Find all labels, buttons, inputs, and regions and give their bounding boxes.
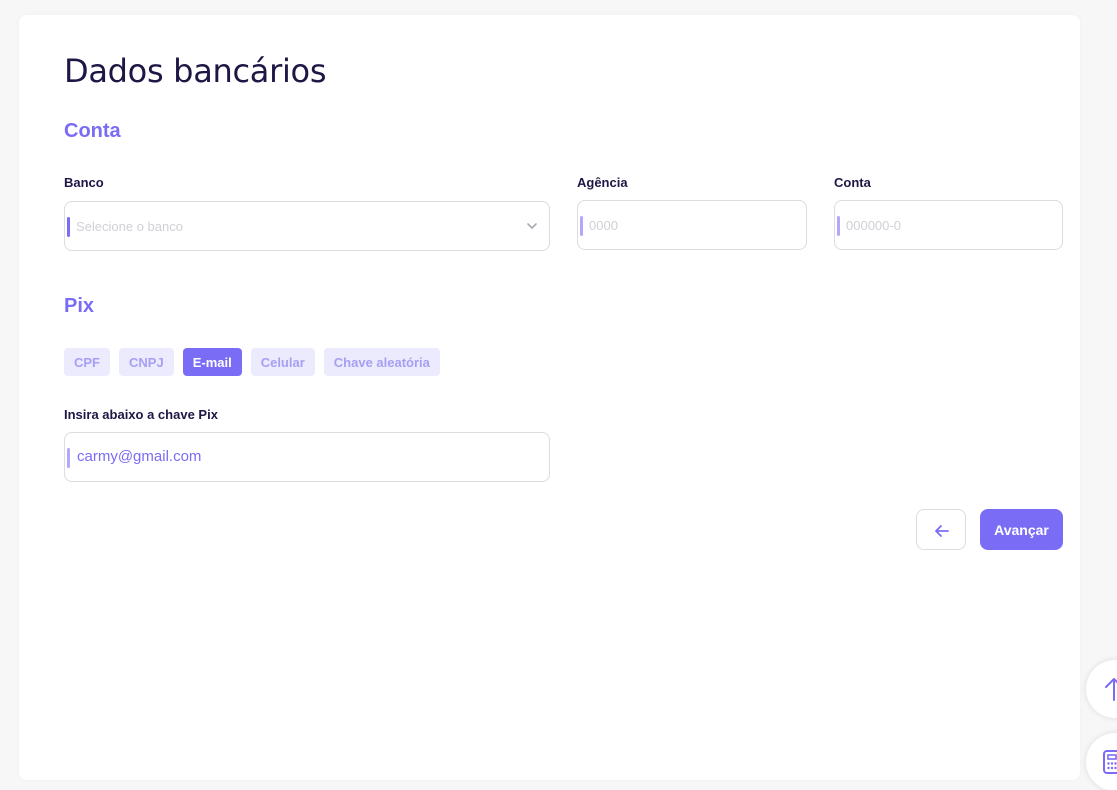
pix-type-email[interactable]: E-mail — [182, 348, 242, 376]
bank-select-input[interactable] — [76, 202, 519, 250]
bank-select[interactable] — [64, 201, 550, 251]
pix-type-cpf[interactable]: CPF — [64, 348, 110, 376]
input-caret — [67, 217, 70, 237]
pix-type-cnpj[interactable]: CNPJ — [119, 348, 174, 376]
account-number-field[interactable] — [834, 200, 1063, 250]
back-button[interactable] — [916, 509, 966, 550]
calculator-button[interactable] — [1086, 733, 1117, 790]
agency-label: Agência — [577, 175, 628, 190]
scroll-top-button[interactable] — [1086, 660, 1117, 718]
section-title-pix: Pix — [64, 295, 95, 317]
arrow-left-icon — [935, 525, 949, 537]
pix-type-random-key[interactable]: Chave aleatória — [323, 348, 440, 376]
next-button[interactable]: Avançar — [980, 509, 1063, 550]
calculator-icon — [1103, 750, 1117, 774]
bank-label: Banco — [64, 175, 104, 190]
input-caret — [67, 448, 70, 468]
pix-key-field[interactable]: carmy@gmail.com — [64, 432, 550, 482]
form-card — [19, 15, 1080, 780]
section-title-account: Conta — [64, 120, 121, 142]
pix-key-input[interactable]: carmy@gmail.com — [77, 448, 201, 465]
account-number-input[interactable] — [846, 201, 1032, 249]
chevron-down-icon — [527, 223, 537, 229]
page-title: Dados bancários — [64, 52, 327, 90]
account-label: Conta — [834, 175, 871, 190]
input-caret — [580, 216, 583, 236]
input-caret — [837, 216, 840, 236]
pix-type-phone[interactable]: Celular — [250, 348, 315, 376]
agency-input[interactable] — [589, 201, 776, 249]
agency-field[interactable] — [577, 200, 807, 250]
pix-key-type-group: CPF CNPJ E-mail Celular Chave aleatória — [64, 348, 440, 376]
arrow-up-icon — [1105, 678, 1117, 701]
pix-key-label: Insira abaixo a chave Pix — [64, 407, 218, 422]
